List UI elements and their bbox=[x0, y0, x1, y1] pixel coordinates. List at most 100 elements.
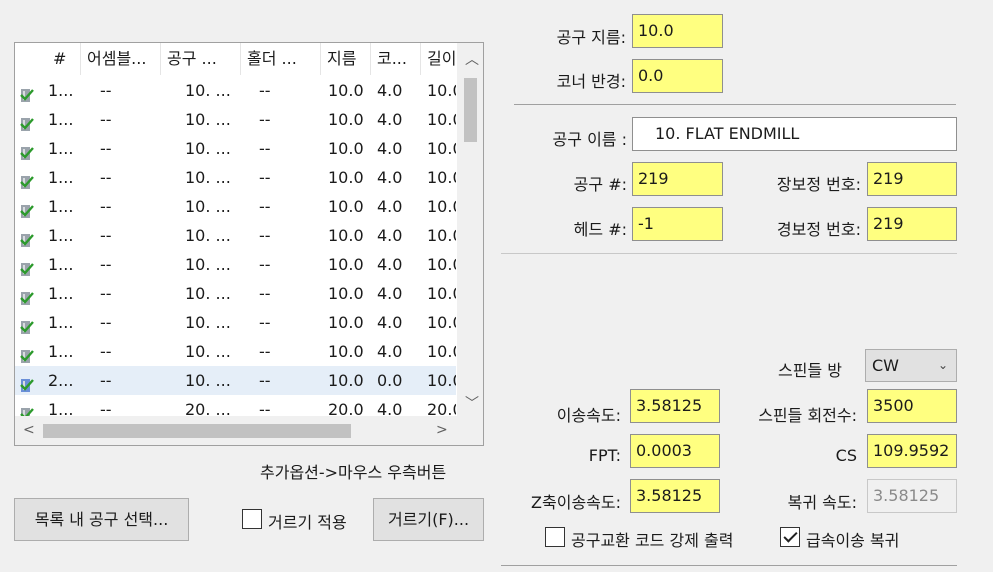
scroll-down-icon[interactable]: ﹀ bbox=[465, 397, 479, 411]
tool-check-icon bbox=[20, 286, 34, 305]
tool-name-label: 공구 이름 : bbox=[552, 130, 627, 149]
feed-rate-field[interactable]: 3.58125 bbox=[630, 389, 720, 423]
rapid-retract-label: 급속이송 복귀 bbox=[806, 531, 900, 550]
horizontal-scrollbar[interactable]: < > bbox=[15, 416, 456, 445]
select-tool-button[interactable]: 목록 내 공구 선택... bbox=[14, 498, 189, 541]
fpt-field[interactable]: 0.0003 bbox=[630, 434, 720, 468]
tool-check-icon bbox=[20, 199, 34, 218]
scroll-up-icon[interactable]: ︿ bbox=[465, 53, 479, 67]
table-row[interactable]: 1...--10. ...--10.04.010.0 bbox=[15, 250, 456, 279]
scroll-right-icon[interactable]: > bbox=[436, 423, 448, 437]
tool-check-icon bbox=[20, 112, 34, 131]
col-holder-header[interactable]: 홀더 ... bbox=[241, 43, 321, 75]
cell-tool: 10. ... bbox=[185, 110, 231, 129]
table-row[interactable]: 1...--10. ...--10.04.010.0 bbox=[15, 76, 456, 105]
cell-number: 1... bbox=[48, 139, 74, 158]
cell-assembly: -- bbox=[100, 342, 112, 361]
cell-tool: 10. ... bbox=[185, 342, 231, 361]
tool-check-icon bbox=[20, 170, 34, 189]
cell-tool: 10. ... bbox=[185, 226, 231, 245]
vertical-scroll-thumb[interactable] bbox=[464, 78, 477, 142]
plunge-rate-field[interactable]: 3.58125 bbox=[630, 479, 720, 513]
table-row[interactable]: 1...--10. ...--10.04.010.0 bbox=[15, 134, 456, 163]
cell-length: 10.0 bbox=[427, 284, 456, 303]
col-number-header[interactable]: # bbox=[47, 43, 81, 75]
table-row[interactable]: 1...--10. ...--10.04.010.0 bbox=[15, 163, 456, 192]
tool-number-field[interactable]: 219 bbox=[632, 162, 723, 196]
col-assembly-header[interactable]: 어셈블... bbox=[81, 43, 161, 75]
separator bbox=[501, 253, 957, 254]
cell-tool: 10. ... bbox=[185, 313, 231, 332]
cell-number: 1... bbox=[48, 168, 74, 187]
table-row[interactable]: 1...--10. ...--10.04.010.0 bbox=[15, 279, 456, 308]
cell-assembly: -- bbox=[100, 110, 112, 129]
col-corner-header[interactable]: 코... bbox=[371, 43, 421, 75]
spindle-direction-select[interactable]: CW ⌄ bbox=[865, 349, 957, 382]
cell-holder: -- bbox=[259, 197, 271, 216]
tool-check-icon bbox=[20, 315, 34, 334]
tool-check-icon bbox=[20, 257, 34, 276]
col-tool-header[interactable]: 공구 ... bbox=[161, 43, 241, 75]
horizontal-scroll-thumb[interactable] bbox=[43, 424, 351, 438]
tool-diameter-field[interactable]: 10.0 bbox=[632, 14, 723, 48]
cell-assembly: -- bbox=[100, 226, 112, 245]
cell-holder: -- bbox=[259, 168, 271, 187]
length-offset-field[interactable]: 219 bbox=[867, 162, 957, 196]
col-length-header[interactable]: 길이 bbox=[421, 43, 461, 75]
table-row[interactable]: 1...--10. ...--10.04.010.0 bbox=[15, 337, 456, 366]
vertical-scrollbar[interactable]: ︿ ﹀ bbox=[457, 43, 483, 416]
cell-assembly: -- bbox=[100, 168, 112, 187]
cell-holder: -- bbox=[259, 284, 271, 303]
cell-tool: 10. ... bbox=[185, 139, 231, 158]
tool-check-icon bbox=[20, 228, 34, 247]
force-toolchange-checkbox[interactable] bbox=[545, 527, 565, 547]
diameter-offset-field[interactable]: 219 bbox=[867, 207, 957, 241]
diameter-offset-label: 경보정 번호: bbox=[776, 220, 861, 239]
corner-radius-field[interactable]: 0.0 bbox=[632, 59, 723, 93]
cs-field[interactable]: 109.9592 bbox=[867, 434, 957, 468]
tool-name-field[interactable]: 10. FLAT ENDMILL bbox=[632, 117, 957, 151]
spindle-direction-label: 스핀들 방 bbox=[778, 361, 842, 380]
spindle-speed-field[interactable]: 3500 bbox=[867, 389, 957, 423]
scroll-left-icon[interactable]: < bbox=[23, 423, 35, 437]
table-row[interactable]: 2...--10. ...--10.00.010.0 bbox=[15, 366, 456, 395]
cell-length: 10.0 bbox=[427, 226, 456, 245]
cell-length: 10.0 bbox=[427, 371, 456, 390]
corner-radius-label: 코너 반경: bbox=[556, 72, 626, 91]
spindle-speed-label: 스핀들 회전수: bbox=[758, 406, 857, 425]
table-row[interactable]: 1...--10. ...--10.04.010.0 bbox=[15, 105, 456, 134]
fpt-label: FPT: bbox=[588, 446, 621, 465]
tool-list[interactable]: # 어셈블... 공구 ... 홀더 ... 지름 코... 길이 1... -- 10. ..… bbox=[14, 42, 484, 446]
filter-button[interactable]: 거르기(F)... bbox=[373, 498, 484, 541]
cell-number: 1... bbox=[48, 197, 74, 216]
cell-holder: -- bbox=[259, 226, 271, 245]
cell-holder: -- bbox=[259, 139, 271, 158]
head-number-label: 헤드 #: bbox=[573, 220, 627, 239]
cell-length: 10.0 bbox=[427, 197, 456, 216]
cell-length: 10.0 bbox=[427, 255, 456, 274]
table-row[interactable]: 1...--10. ...--10.04.010.0 bbox=[15, 308, 456, 337]
cell-holder: -- bbox=[259, 255, 271, 274]
cell-number: 1... bbox=[48, 255, 74, 274]
rapid-retract-checkbox[interactable] bbox=[780, 527, 800, 547]
cell-length: 10.0 bbox=[427, 313, 456, 332]
tool-check-icon bbox=[20, 141, 34, 160]
chevron-down-icon: ⌄ bbox=[937, 358, 948, 372]
cell-number: 1... bbox=[48, 81, 74, 100]
head-number-field[interactable]: -1 bbox=[632, 207, 723, 241]
table-row[interactable]: 1...--10. ...--10.04.010.0 bbox=[15, 192, 456, 221]
feed-rate-label: 이송속도: bbox=[556, 406, 621, 425]
spindle-direction-value: CW bbox=[872, 356, 899, 375]
cell-length: 10.0 bbox=[427, 110, 456, 129]
cell-assembly: -- bbox=[100, 313, 112, 332]
cell-number: 1... bbox=[48, 110, 74, 129]
cs-label: CS bbox=[835, 446, 857, 465]
filter-checkbox[interactable] bbox=[242, 509, 262, 529]
cell-length: 10.0 bbox=[427, 81, 456, 100]
col-diameter-header[interactable]: 지름 bbox=[321, 43, 371, 75]
cell-holder: -- bbox=[259, 371, 271, 390]
table-row[interactable]: 1...--10. ...--10.04.010.0 bbox=[15, 221, 456, 250]
cell-tool: 10. ... bbox=[185, 168, 231, 187]
force-toolchange-label: 공구교환 코드 강제 출력 bbox=[571, 531, 734, 550]
cell-number: 1... bbox=[48, 284, 74, 303]
